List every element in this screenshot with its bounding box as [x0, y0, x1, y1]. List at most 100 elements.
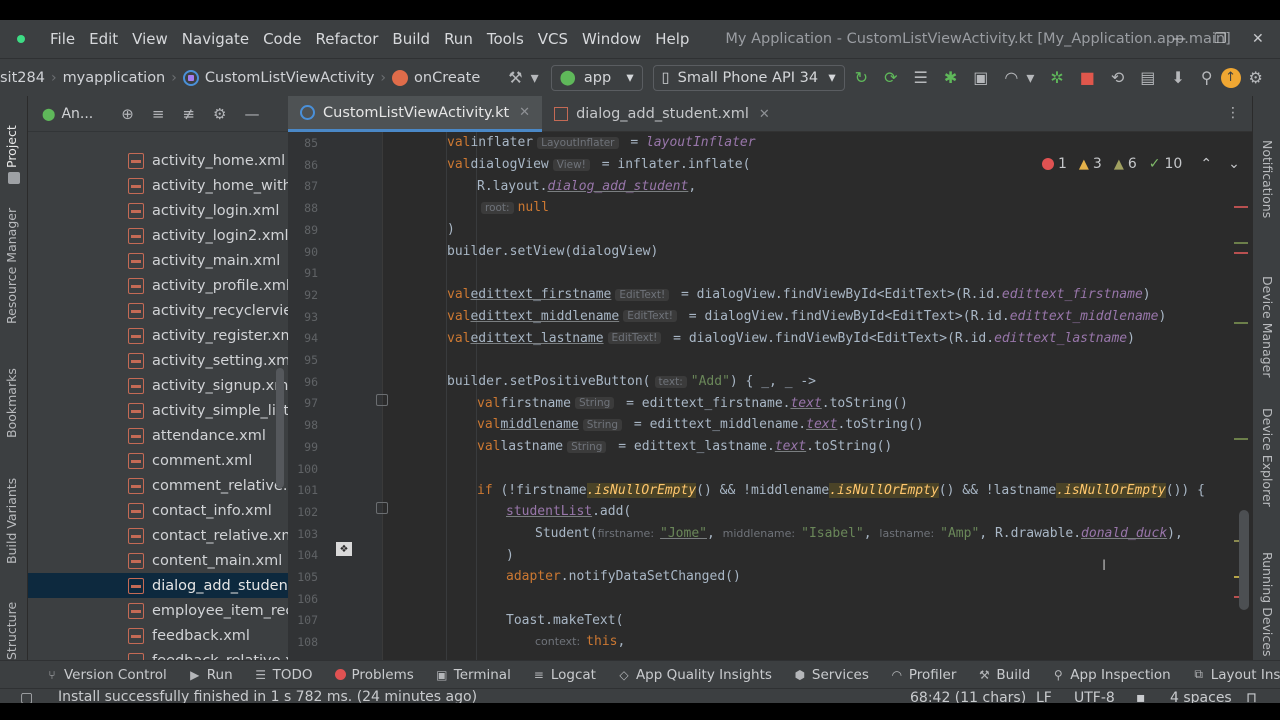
readonly-toggle-icon[interactable]: ▪: [1136, 690, 1146, 703]
settings-icon[interactable]: ⚙: [1249, 68, 1263, 87]
more-vertical-icon[interactable]: ⋮: [1226, 105, 1240, 121]
caret-position[interactable]: 68:42 (11 chars): [910, 690, 1026, 703]
drawable-preview-icon[interactable]: ❖: [336, 542, 352, 556]
apply-changes-icon[interactable]: ↻: [855, 68, 868, 87]
attach-debugger-icon[interactable]: ▣: [973, 68, 988, 87]
error-stripe[interactable]: [1234, 206, 1248, 208]
file-tree-item[interactable]: activity_login2.xml: [28, 223, 288, 248]
run-list-icon[interactable]: ☰: [913, 68, 927, 87]
file-tree-item[interactable]: contact_relative.xml: [28, 523, 288, 548]
minimize-icon[interactable]: —: [1172, 31, 1186, 47]
tool-terminal[interactable]: ▣ Terminal: [436, 667, 511, 683]
close-window-icon[interactable]: ✕: [1252, 31, 1264, 47]
apply-code-changes-icon[interactable]: ⟳: [884, 68, 897, 87]
file-tree-item[interactable]: activity_recyclerview.: [28, 298, 288, 323]
file-tree-item[interactable]: activity_login.xml: [28, 198, 288, 223]
tool-tab-structure[interactable]: Structure: [4, 602, 19, 660]
tool-tab-device-explorer[interactable]: Device Explorer: [1260, 408, 1275, 507]
tool-run[interactable]: ▶ Run: [189, 667, 233, 683]
chevron-down-icon[interactable]: ▾: [531, 68, 539, 87]
attach-icon[interactable]: ✲: [1050, 68, 1063, 87]
file-tree-item[interactable]: employee_item_recyc: [28, 598, 288, 623]
chevron-down-icon[interactable]: ▾: [1026, 68, 1034, 87]
file-tree-item[interactable]: feedback_relative.xm: [28, 648, 288, 660]
menu-navigate[interactable]: Navigate: [182, 30, 249, 48]
warning-stripe[interactable]: [1234, 438, 1248, 440]
stop-icon[interactable]: ■: [1080, 68, 1095, 87]
file-tree-item[interactable]: activity_register.xml: [28, 323, 288, 348]
file-tree-item[interactable]: dialog_add_student.x: [28, 573, 288, 598]
sdk-manager-icon[interactable]: ⬇: [1171, 68, 1184, 87]
file-tree-item[interactable]: activity_main.xml: [28, 248, 288, 273]
tab-custom-list-view-activity[interactable]: CustomListViewActivity.kt ✕: [288, 96, 543, 132]
tool-profiler[interactable]: ◠ Profiler: [891, 667, 957, 683]
file-tree-item[interactable]: contact_info.xml: [28, 498, 288, 523]
tool-layout-inspector[interactable]: ⧉ Layout Inspecto: [1193, 667, 1280, 683]
update-icon[interactable]: ↑: [1220, 67, 1241, 88]
file-encoding[interactable]: UTF-8: [1074, 690, 1115, 703]
indent-setting[interactable]: 4 spaces: [1170, 690, 1232, 703]
sync-gradle-icon[interactable]: ⟲: [1111, 68, 1124, 87]
locate-icon[interactable]: ⊕: [121, 105, 134, 123]
lock-icon[interactable]: ⊓: [1246, 690, 1257, 703]
tool-tab-notifications[interactable]: Notifications: [1260, 140, 1275, 218]
tool-tab-resource-manager[interactable]: Resource Manager: [4, 208, 19, 324]
file-tree-item[interactable]: feedback.xml: [28, 623, 288, 648]
close-icon[interactable]: ✕: [759, 107, 770, 122]
project-scrollbar[interactable]: [276, 368, 284, 488]
project-view-select[interactable]: An...: [61, 106, 93, 122]
tool-build[interactable]: ⚒ Build: [978, 667, 1030, 683]
breadcrumb-root[interactable]: sit284: [0, 70, 45, 86]
menu-refactor[interactable]: Refactor: [315, 30, 378, 48]
status-message[interactable]: Install successfully finished in 1 s 782…: [58, 689, 477, 703]
tool-app-inspection[interactable]: ⚲ App Inspection: [1052, 667, 1171, 683]
file-tree-item[interactable]: activity_home_with_fr: [28, 173, 288, 198]
restore-icon[interactable]: ❐: [1214, 31, 1227, 47]
toggle-tool-windows-icon[interactable]: ▢: [20, 690, 33, 703]
breadcrumb-method[interactable]: onCreate: [392, 69, 480, 86]
search-icon[interactable]: ⚲: [1201, 68, 1213, 87]
editor-scrollbar[interactable]: [1239, 510, 1249, 610]
file-tree-item[interactable]: comment.xml: [28, 448, 288, 473]
file-tree-item[interactable]: activity_home.xml: [28, 148, 288, 173]
hammer-icon[interactable]: ⚒: [508, 68, 522, 87]
menu-code[interactable]: Code: [263, 30, 301, 48]
run-config-select[interactable]: ⬤ app ▾: [550, 64, 643, 91]
device-select[interactable]: ▯ Small Phone API 34 ▾: [652, 64, 845, 91]
file-tree-item[interactable]: content_main.xml: [28, 548, 288, 573]
tool-tab-device-manager[interactable]: Device Manager: [1260, 276, 1275, 378]
menu-tools[interactable]: Tools: [487, 30, 524, 48]
menu-window[interactable]: Window: [582, 30, 641, 48]
tool-tab-build-variants[interactable]: Build Variants: [4, 478, 19, 564]
tool-todo[interactable]: ☰ TODO: [255, 667, 312, 683]
expand-all-icon[interactable]: ≡: [152, 105, 165, 123]
menu-view[interactable]: View: [132, 30, 168, 48]
warning-stripe[interactable]: [1234, 242, 1248, 244]
collapse-all-icon[interactable]: ≢: [182, 105, 195, 123]
profile-icon[interactable]: ◠: [1004, 68, 1018, 87]
previous-highlight-icon[interactable]: ⌃: [1200, 156, 1212, 172]
close-icon[interactable]: ✕: [519, 105, 530, 120]
tool-logcat[interactable]: ≡ Logcat: [533, 667, 596, 683]
tool-version-control[interactable]: ⑂ Version Control: [46, 667, 166, 683]
menu-edit[interactable]: Edit: [89, 30, 118, 48]
hide-icon[interactable]: —: [244, 105, 259, 123]
menu-run[interactable]: Run: [444, 30, 473, 48]
tool-tab-bookmarks[interactable]: Bookmarks: [4, 368, 19, 438]
file-tree-item[interactable]: activity_profile.xml: [28, 273, 288, 298]
tab-dialog-add-student[interactable]: dialog_add_student.xml ✕: [542, 96, 782, 132]
device-manager-icon[interactable]: ▤: [1140, 68, 1155, 87]
file-tree-item[interactable]: activity_setting.xml: [28, 348, 288, 373]
file-tree-item[interactable]: activity_signup.xml: [28, 373, 288, 398]
debug-icon[interactable]: ✱: [944, 68, 957, 87]
menu-help[interactable]: Help: [655, 30, 689, 48]
gear-icon[interactable]: ⚙: [213, 105, 226, 123]
warning-stripe[interactable]: [1234, 322, 1248, 324]
menu-file[interactable]: File: [50, 30, 75, 48]
tool-app-quality-insights[interactable]: ◇ App Quality Insights: [618, 667, 772, 683]
file-tree-item[interactable]: attendance.xml: [28, 423, 288, 448]
code-area[interactable]: val inflater LayoutInflater = layoutInfla…: [383, 132, 1243, 660]
next-highlight-icon[interactable]: ⌄: [1228, 156, 1240, 172]
tool-problems[interactable]: Problems: [334, 667, 414, 683]
file-tree-item[interactable]: activity_simple_listvie: [28, 398, 288, 423]
